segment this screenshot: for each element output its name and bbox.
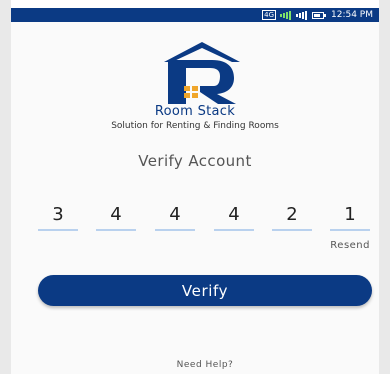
resend-link[interactable]: Resend <box>330 240 370 251</box>
otp-digit-5[interactable]: 2 <box>272 205 312 231</box>
page-title: Verify Account <box>138 152 252 170</box>
network-type-badge: 4G <box>262 10 276 20</box>
battery-icon <box>312 11 326 19</box>
status-bar: 4G 12:54 PM <box>11 8 379 22</box>
right-frame-border <box>379 0 390 374</box>
signal-bars-secondary-icon <box>296 10 308 20</box>
otp-digit-6[interactable]: 1 <box>330 205 370 231</box>
verify-button[interactable]: Verify <box>38 275 372 306</box>
otp-digit-4[interactable]: 4 <box>214 205 254 231</box>
left-frame-border <box>0 0 11 374</box>
otp-digit-3[interactable]: 4 <box>155 205 195 231</box>
otp-digit-2[interactable]: 4 <box>96 205 136 231</box>
otp-input-group: 3 4 4 4 2 1 <box>38 205 370 231</box>
brand-tagline: Solution for Renting & Finding Rooms <box>111 121 279 131</box>
signal-bars-icon <box>280 10 292 20</box>
status-time: 12:54 PM <box>331 10 373 20</box>
brand-name: Room Stack <box>154 104 236 119</box>
house-r-logo-icon <box>164 42 240 104</box>
need-help-link[interactable]: Need Help? <box>0 360 390 370</box>
otp-digit-1[interactable]: 3 <box>38 205 78 231</box>
